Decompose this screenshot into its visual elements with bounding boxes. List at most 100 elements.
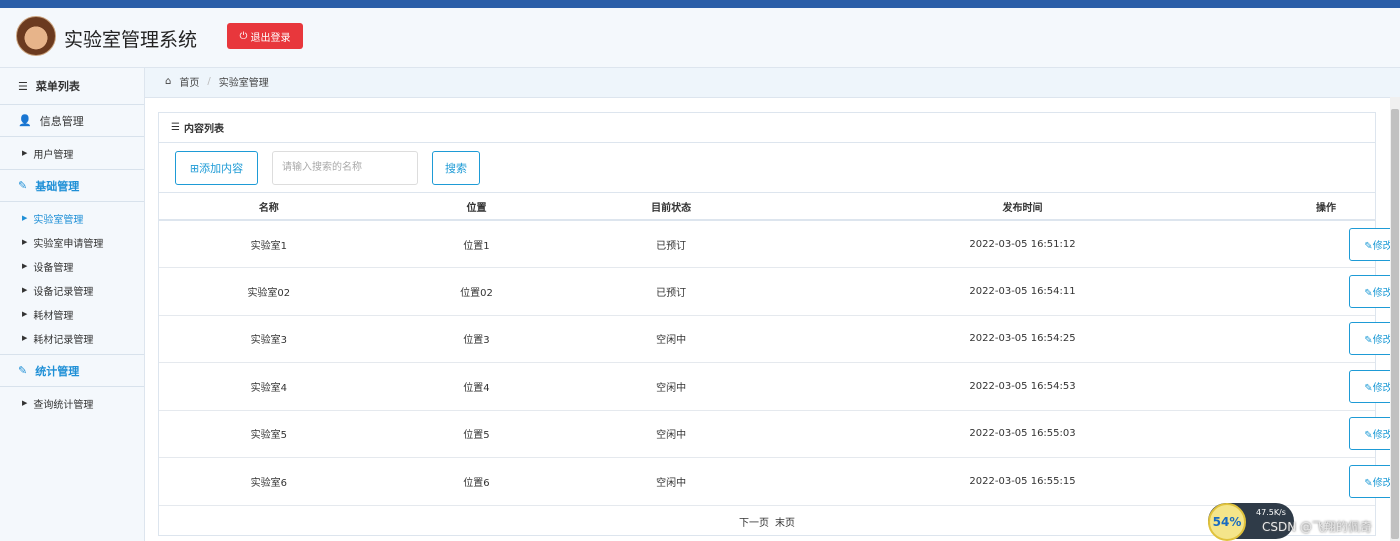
cell-actions: ✎修改🗑删除 <box>1277 315 1400 363</box>
scrollbar-thumb[interactable] <box>1391 109 1399 539</box>
percent-badge: 54% <box>1208 503 1246 541</box>
last-page-link[interactable]: 末页 <box>775 514 795 529</box>
breadcrumb: ⌂ 首页 / 实验室管理 <box>165 74 269 89</box>
cell-time: 2022-03-05 16:51:12 <box>767 220 1278 268</box>
cell-name: 实验室02 <box>159 267 379 316</box>
cell-name: 实验室1 <box>159 220 379 268</box>
cell-status: 空闲中 <box>574 410 768 458</box>
cell-status: 空闲中 <box>574 315 768 363</box>
caret-right-icon: ▶ <box>22 399 28 407</box>
cell-location: 位置4 <box>378 362 575 411</box>
cell-status: 已预订 <box>574 220 768 268</box>
cell-time: 2022-03-05 16:54:53 <box>767 362 1278 411</box>
edit-icon: ✎ <box>1364 240 1373 252</box>
breadcrumb-current: 实验室管理 <box>218 78 269 89</box>
sidebar-item-query-statistics[interactable]: ▶ 查询统计管理 <box>0 391 144 415</box>
sidebar-group-statistics[interactable]: ✎ 统计管理 <box>0 355 144 387</box>
sidebar-group-info[interactable]: 👤 信息管理 <box>0 105 144 137</box>
cell-status: 空闲中 <box>574 362 768 411</box>
toolbar: ⊞添加内容 搜索 <box>159 143 1375 193</box>
cell-location: 位置6 <box>378 457 575 506</box>
table-header-row: 名称 位置 目前状态 发布时间 操作 <box>159 193 1375 221</box>
add-content-button[interactable]: ⊞添加内容 <box>175 150 258 185</box>
cell-location: 位置5 <box>378 410 575 458</box>
sidebar: ☰ 菜单列表 👤 信息管理 ▶ 用户管理 ✎ 基础管理 ▶ 实验室管理 ▶ 实验室申请… <box>0 68 145 541</box>
edit-icon: ✎ <box>1364 430 1373 442</box>
breadcrumb-separator: / <box>207 76 211 87</box>
cell-name: 实验室5 <box>159 410 379 458</box>
table-row: 实验室4 位置4 空闲中 2022-03-05 16:54:53 ✎修改🗑删除 <box>159 362 1400 411</box>
edit-icon: ✎ <box>18 179 28 192</box>
logout-button[interactable]: ⏻ 退出登录 <box>227 23 303 49</box>
cell-time: 2022-03-05 16:54:11 <box>767 267 1278 316</box>
content-panel: ☰ 内容列表 ⊞添加内容 搜索 名称 位置 目前状态 发布时间 操作 <box>158 112 1400 536</box>
list-icon: ☰ <box>18 79 28 93</box>
sidebar-group-info-items: ▶ 用户管理 <box>0 137 144 170</box>
app-title: 实验室管理系统 <box>64 29 198 51</box>
sidebar-item-equipment-records[interactable]: ▶ 设备记录管理 <box>0 278 144 302</box>
caret-right-icon: ▶ <box>22 149 28 157</box>
search-button[interactable]: 搜索 <box>432 150 480 185</box>
next-page-link[interactable]: 下一页 <box>739 514 769 529</box>
header: 实验室管理系统 ⏻ 退出登录 <box>0 8 1400 68</box>
cell-actions: ✎修改🗑删除 <box>1277 220 1400 268</box>
cell-time: 2022-03-05 16:55:15 <box>767 457 1278 506</box>
edit-icon: ✎ <box>1364 477 1373 489</box>
sidebar-group-basic-items: ▶ 实验室管理 ▶ 实验室申请管理 ▶ 设备管理 ▶ 设备记录管理 ▶ 耗材管理 ▶ 耗材记… <box>0 202 144 355</box>
cell-time: 2022-03-05 16:55:03 <box>767 410 1278 458</box>
column-header: 操作 <box>1277 193 1375 221</box>
vertical-scrollbar[interactable] <box>1390 97 1400 541</box>
caret-right-icon: ▶ <box>22 214 28 222</box>
cell-time: 2022-03-05 16:54:25 <box>767 315 1278 363</box>
table-row: 实验室3 位置3 空闲中 2022-03-05 16:54:25 ✎修改🗑删除 <box>159 315 1400 363</box>
user-icon: 👤 <box>18 114 32 127</box>
sidebar-item-lab-application[interactable]: ▶ 实验室申请管理 <box>0 230 144 254</box>
list-icon: ☰ <box>171 122 180 133</box>
table-row: 实验室02 位置02 已预订 2022-03-05 16:54:11 ✎修改🗑删… <box>159 267 1400 316</box>
cell-actions: ✎修改🗑删除 <box>1277 267 1400 316</box>
sidebar-item-equipment[interactable]: ▶ 设备管理 <box>0 254 144 278</box>
sidebar-item-lab-management[interactable]: ▶ 实验室管理 <box>0 206 144 230</box>
cell-name: 实验室6 <box>159 457 379 506</box>
avatar <box>16 16 56 56</box>
cell-name: 实验室4 <box>159 362 379 411</box>
sidebar-title: ☰ 菜单列表 <box>0 68 144 105</box>
cell-location: 位置3 <box>378 315 575 363</box>
sidebar-item-user-management[interactable]: ▶ 用户管理 <box>0 141 144 165</box>
breadcrumb-home[interactable]: 首页 <box>179 74 199 89</box>
cell-location: 位置02 <box>378 267 575 316</box>
sidebar-group-statistics-items: ▶ 查询统计管理 <box>0 387 144 419</box>
sidebar-group-basic[interactable]: ✎ 基础管理 <box>0 170 144 202</box>
panel-title: 内容列表 <box>183 124 224 135</box>
caret-right-icon: ▶ <box>22 334 28 342</box>
pagination: 下一页 末页 <box>159 507 1375 535</box>
column-header: 位置 <box>378 193 575 221</box>
logout-label: 退出登录 <box>250 32 291 44</box>
cell-actions: ✎修改🗑删除 <box>1277 410 1400 458</box>
caret-right-icon: ▶ <box>22 286 28 294</box>
edit-icon: ✎ <box>1364 335 1373 347</box>
table-row: 实验室1 位置1 已预订 2022-03-05 16:51:12 ✎修改🗑删除 <box>159 220 1400 268</box>
cell-name: 实验室3 <box>159 315 379 363</box>
caret-right-icon: ▶ <box>22 238 28 246</box>
sidebar-item-consumables[interactable]: ▶ 耗材管理 <box>0 302 144 326</box>
column-header: 目前状态 <box>574 193 768 221</box>
power-icon: ⏻ <box>239 30 248 42</box>
cell-actions: ✎修改🗑删除 <box>1277 457 1400 506</box>
table-row: 实验室5 位置5 空闲中 2022-03-05 16:55:03 ✎修改🗑删除 <box>159 410 1400 458</box>
sidebar-item-consumable-records[interactable]: ▶ 耗材记录管理 <box>0 326 144 350</box>
column-header: 名称 <box>159 193 379 221</box>
edit-icon: ✎ <box>18 364 28 377</box>
caret-right-icon: ▶ <box>22 262 28 270</box>
watermark: CSDN @飞翔的佩奇 <box>1262 520 1373 534</box>
plus-square-icon: ⊞ <box>189 161 200 175</box>
main-content: ☰ 内容列表 ⊞添加内容 搜索 名称 位置 目前状态 发布时间 操作 <box>145 97 1400 541</box>
home-icon: ⌂ <box>165 76 172 87</box>
edit-icon: ✎ <box>1364 382 1373 394</box>
search-input[interactable] <box>272 150 418 185</box>
panel-header: ☰ 内容列表 <box>159 113 1375 143</box>
top-color-bar <box>0 0 1400 8</box>
edit-icon: ✎ <box>1364 287 1373 299</box>
cell-location: 位置1 <box>378 220 575 268</box>
cell-status: 已预订 <box>574 267 768 316</box>
